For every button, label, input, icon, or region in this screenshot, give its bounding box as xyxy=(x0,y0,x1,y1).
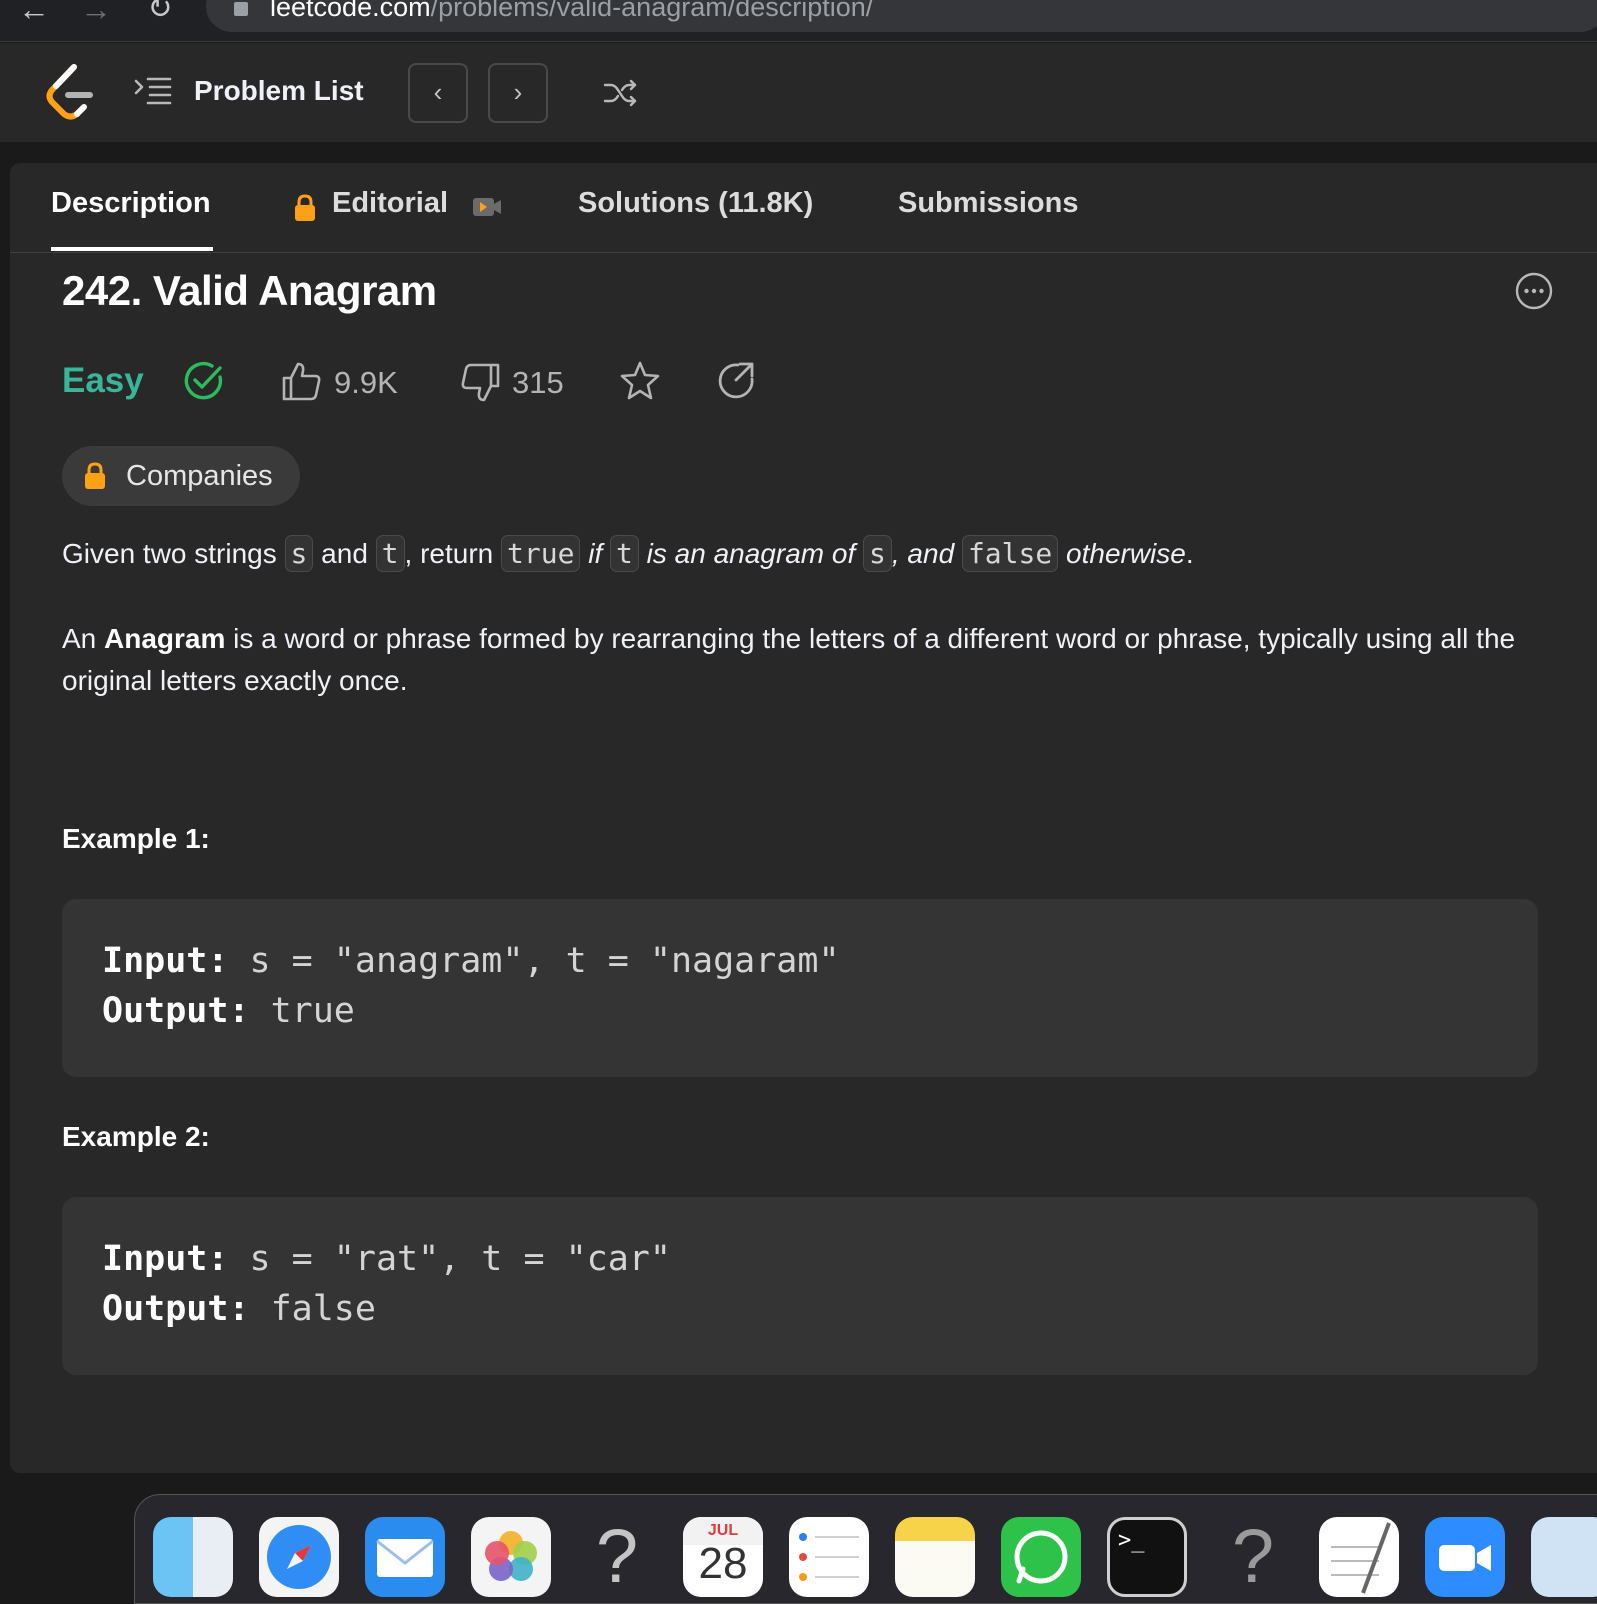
calendar-icon[interactable]: JUL 28 xyxy=(683,1517,763,1597)
browser-toolbar: ← → ↻ leetcode.com/problems/valid-anagra… xyxy=(0,0,1597,42)
unknown-app-icon[interactable]: ? xyxy=(577,1517,657,1597)
terminal-icon[interactable]: >_ xyxy=(1107,1517,1187,1597)
tab-editorial[interactable]: Editorial xyxy=(332,187,448,220)
forward-arrow-icon[interactable]: → xyxy=(76,0,116,30)
star-icon[interactable] xyxy=(618,359,662,403)
top-navbar: Problem List ‹ › xyxy=(0,43,1597,143)
macos-dock: ? JUL 28 >_ ? xyxy=(134,1494,1597,1604)
solved-check-icon xyxy=(184,361,223,400)
problem-list-link[interactable]: Problem List xyxy=(194,75,364,107)
share-icon[interactable] xyxy=(714,359,758,403)
tab-description[interactable]: Description xyxy=(51,187,211,220)
preview-icon[interactable] xyxy=(1531,1517,1597,1597)
lock-icon xyxy=(234,2,248,16)
mail-icon[interactable] xyxy=(365,1517,445,1597)
tab-submissions[interactable]: Submissions xyxy=(898,187,1079,220)
inline-code: t xyxy=(375,535,405,572)
inline-code: s xyxy=(284,535,314,572)
address-bar[interactable]: leetcode.com/problems/valid-anagram/desc… xyxy=(206,0,1597,32)
url-text: leetcode.com/problems/valid-anagram/desc… xyxy=(270,0,874,22)
tab-solutions[interactable]: Solutions (11.8K) xyxy=(578,187,813,220)
calendar-day: 28 xyxy=(698,1539,748,1588)
problem-title: 242. Valid Anagram xyxy=(62,267,437,314)
textedit-icon[interactable] xyxy=(1319,1517,1399,1597)
description-paragraph-1: Given two strings s and t, return true i… xyxy=(62,535,1194,572)
tab-bar: Description Editorial Solutions (11.8K) … xyxy=(10,163,1597,253)
description-paragraph-2: An Anagram is a word or phrase formed by… xyxy=(62,623,1516,696)
lock-icon xyxy=(85,462,105,489)
back-arrow-icon[interactable]: ← xyxy=(14,0,54,30)
inline-code: s xyxy=(863,535,892,572)
likes-count: 9.9K xyxy=(334,365,398,400)
reload-icon[interactable]: ↻ xyxy=(140,0,180,30)
leetcode-logo-icon[interactable] xyxy=(44,63,96,121)
next-problem-button[interactable]: › xyxy=(488,63,548,123)
problem-list-icon[interactable] xyxy=(134,75,174,109)
lock-icon xyxy=(295,194,315,221)
problem-panel: Description Editorial Solutions (11.8K) … xyxy=(10,163,1597,1473)
companies-tag[interactable]: Companies xyxy=(62,446,300,506)
example-2-output: Output: false xyxy=(102,1289,376,1329)
inline-code: true xyxy=(501,535,581,572)
unknown-app-icon[interactable]: ? xyxy=(1213,1517,1293,1597)
example-2-input: Input: s = "rat", t = "car" xyxy=(102,1239,671,1279)
dislikes-count: 315 xyxy=(512,365,564,400)
companies-label: Companies xyxy=(126,460,273,492)
finder-icon[interactable] xyxy=(153,1517,233,1597)
thumbs-down-icon xyxy=(461,363,500,402)
inline-code: false xyxy=(961,535,1059,572)
safari-icon[interactable] xyxy=(259,1517,339,1597)
thumbs-up-icon xyxy=(282,362,321,401)
chevron-right-icon: › xyxy=(513,77,523,107)
example-1-heading: Example 1: xyxy=(62,823,210,854)
example-2-block: Input: s = "rat", t = "car" Output: fals… xyxy=(62,1197,1538,1375)
whatsapp-icon[interactable] xyxy=(1001,1517,1081,1597)
chevron-left-icon: ‹ xyxy=(433,77,443,107)
inline-code: t xyxy=(610,535,639,572)
example-2-heading: Example 2: xyxy=(62,1121,210,1152)
example-1-input: Input: s = "anagram", t = "nagaram" xyxy=(102,941,840,981)
example-1-block: Input: s = "anagram", t = "nagaram" Outp… xyxy=(62,899,1538,1077)
photos-icon[interactable] xyxy=(471,1517,551,1597)
problem-meta-row: Easy 9.9K 315 xyxy=(62,353,962,409)
video-icon xyxy=(473,198,501,216)
notes-icon[interactable] xyxy=(895,1517,975,1597)
zoom-icon[interactable] xyxy=(1425,1517,1505,1597)
difficulty-badge: Easy xyxy=(62,361,144,400)
active-tab-indicator xyxy=(51,247,213,251)
example-1-output: Output: true xyxy=(102,991,355,1031)
more-options-icon[interactable] xyxy=(1514,271,1554,311)
prev-problem-button[interactable]: ‹ xyxy=(408,63,468,123)
shuffle-icon[interactable] xyxy=(602,75,638,111)
reminders-icon[interactable] xyxy=(789,1517,869,1597)
